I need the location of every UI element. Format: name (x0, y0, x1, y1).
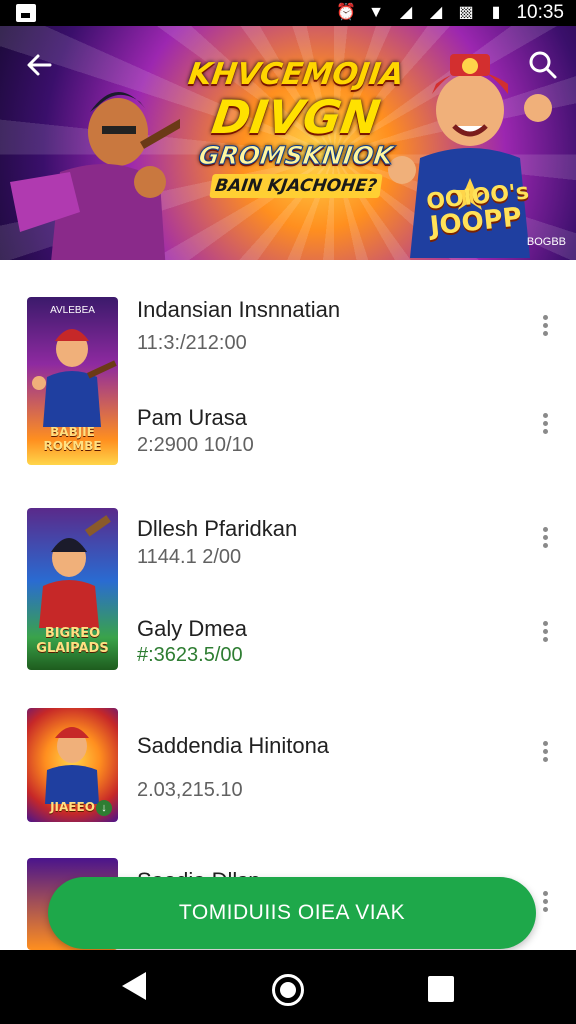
hero-badge: OOIOO's JOOPP (425, 179, 530, 247)
search-icon (529, 51, 557, 79)
more-options-icon[interactable] (536, 524, 554, 554)
back-button[interactable] (22, 50, 56, 84)
status-bar: ⏰ ▼ ◢ ◢ ▩ ▮ 10:35 (0, 0, 576, 26)
no-sim-icon: ▩ (458, 4, 474, 21)
item-title: Saddendia Hinitona (137, 733, 330, 758)
hero-title-line2: DIVGN (208, 90, 384, 144)
back-icon[interactable] (122, 972, 146, 1000)
item-subtitle: 1144.1 2/00 (137, 546, 242, 568)
item-title: Indansian Insnnatian (137, 297, 341, 322)
download-icon: ↓ (96, 800, 112, 816)
item-title: Dllesh Pfaridkan (137, 516, 298, 541)
alarm-icon: ⏰ (336, 4, 356, 21)
signal-icon: ◢ (399, 4, 413, 21)
battery-icon: ▮ (491, 4, 501, 21)
more-options-icon[interactable] (536, 618, 554, 648)
game-thumbnail[interactable]: BIGREO GLAIPADS (27, 508, 118, 670)
more-options-icon[interactable] (536, 888, 554, 918)
status-icons: ⏰ ▼ ◢ ◢ ▩ ▮ (336, 3, 506, 23)
wifi-icon: ▼ (368, 4, 384, 21)
search-button[interactable] (526, 48, 560, 82)
hero-corner-code: BOGBB (526, 236, 566, 248)
hero-title-line4: BAIN KJACHOHE? (209, 174, 383, 198)
thumbnail-label: BABJIE ROKMBE (43, 425, 102, 453)
hero-title: KHVCEMOJIA DIVGN GROMSKNIOK BAIN KJACHOH… (176, 57, 416, 198)
item-secondary-subtitle: 2:2900 10/10 (137, 434, 254, 456)
item-subtitle: 11:3:/212:00 (137, 332, 247, 354)
more-options-icon[interactable] (536, 312, 554, 342)
game-thumbnail[interactable]: AVLEBEA BABJIE ROKMBE (27, 297, 118, 465)
navigation-bar (0, 950, 576, 1024)
hero-character-left (10, 92, 180, 260)
recent-apps-icon[interactable] (428, 976, 454, 1002)
status-time: 10:35 (516, 2, 564, 23)
arrow-left-icon (27, 54, 52, 76)
item-secondary-subtitle: #:3623.5/00 (137, 644, 243, 666)
item-subtitle: 2.03,215.10 (137, 779, 243, 801)
home-icon[interactable] (272, 974, 304, 1006)
notification-icon (16, 4, 36, 22)
signal-icon: ◢ (429, 4, 443, 21)
primary-action-button[interactable]: TOMIDUIIS OIEA VIAK (48, 877, 536, 949)
game-thumbnail[interactable]: JIAEEO ↓ (27, 708, 118, 822)
hero-title-line3: GROMSKNIOK (196, 141, 396, 171)
hero-banner: KHVCEMOJIA DIVGN GROMSKNIOK BAIN KJACHOH… (0, 26, 576, 260)
item-secondary-title: Galy Dmea (137, 616, 248, 641)
more-options-icon[interactable] (536, 738, 554, 768)
more-options-icon[interactable] (536, 410, 554, 440)
hero-title-line1: KHVCEMOJIA (186, 57, 407, 92)
item-secondary-title: Pam Urasa (137, 405, 248, 430)
thumbnail-label: BIGREO GLAIPADS (36, 626, 109, 656)
hero-badge-line2: JOOPP (428, 202, 524, 242)
